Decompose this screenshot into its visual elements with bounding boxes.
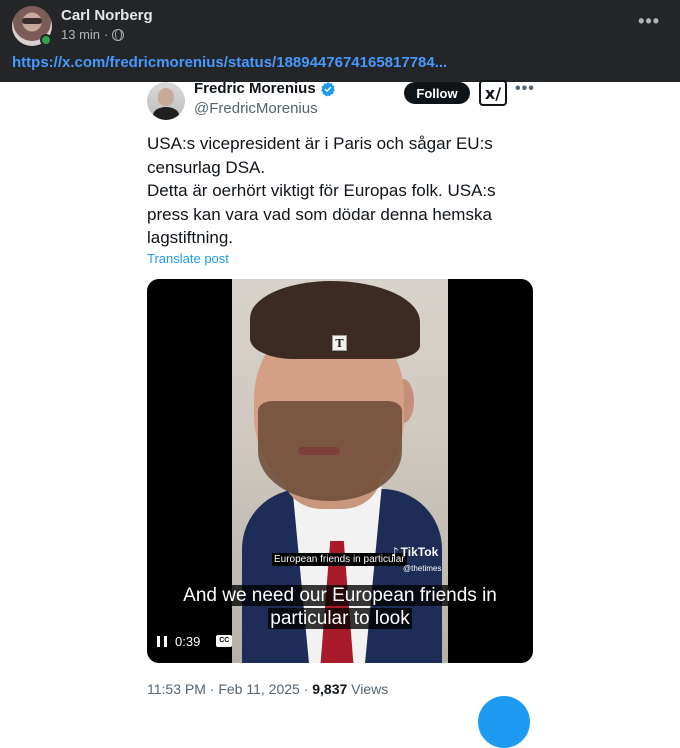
fb-post-header: Carl Norberg 13 min · ••• https://x.com/… (0, 0, 680, 82)
tweet-more-icon[interactable]: ••• (515, 80, 535, 98)
tiktok-watermark: ♪ TikTok (391, 545, 438, 559)
tweet-views-label: Views (347, 681, 389, 697)
globe-icon (112, 28, 125, 41)
video-elapsed-time: 0:39 (175, 633, 201, 649)
tweet-views-count: 9,837 (312, 681, 348, 697)
online-status-dot (40, 34, 52, 46)
meta-separator: · (104, 27, 109, 42)
tweet-author-name-row[interactable]: Fredric Morenius (194, 80, 336, 97)
tweet-handle[interactable]: @FredricMorenius (194, 100, 318, 117)
floating-action-button[interactable] (478, 696, 530, 748)
video-controls: 0:39 CC (157, 631, 233, 651)
video-person-mouth (298, 447, 340, 455)
subtitle-line-2: particular to look (268, 608, 412, 629)
tiktok-icon: ♪ (391, 545, 399, 559)
tweet-video[interactable]: T European friends in particular ♪ TikTo… (147, 279, 533, 663)
closed-captions-icon[interactable]: CC (216, 635, 233, 647)
burned-in-caption: European friends in particular (272, 553, 407, 566)
times-watermark-icon: T (332, 335, 347, 351)
tweet-author-name[interactable]: Fredric Morenius (194, 80, 316, 97)
grok-icon[interactable]: x/ (479, 80, 507, 106)
fb-post-meta: 13 min · (61, 27, 125, 42)
post-link[interactable]: https://x.com/fredricmorenius/status/188… (12, 54, 447, 71)
fb-more-options-icon[interactable]: ••• (638, 11, 660, 32)
fb-author-name[interactable]: Carl Norberg (61, 7, 153, 24)
tweet-embed: Fredric Morenius @FredricMorenius Follow… (0, 80, 680, 748)
pause-icon[interactable] (157, 635, 167, 647)
tweet-timestamp: 11:53 PM · Feb 11, 2025 · 9,837 Views (147, 681, 388, 697)
follow-button[interactable]: Follow (404, 82, 470, 104)
fb-post-time[interactable]: 13 min (61, 27, 100, 42)
verified-badge-icon (320, 81, 335, 96)
translate-post-link[interactable]: Translate post (147, 251, 229, 266)
tweet-text: USA:s vicepresident är i Paris och sågar… (147, 134, 496, 247)
tiktok-label: TikTok (400, 545, 439, 559)
tweet-author-avatar[interactable] (147, 82, 185, 120)
tiktok-handle: @thetimes (403, 564, 442, 573)
subtitle-line-1: And we need our European friends in (181, 585, 499, 606)
tweet-time[interactable]: 11:53 PM · Feb 11, 2025 · (147, 681, 312, 697)
video-subtitles: And we need our European friends in part… (147, 584, 533, 630)
